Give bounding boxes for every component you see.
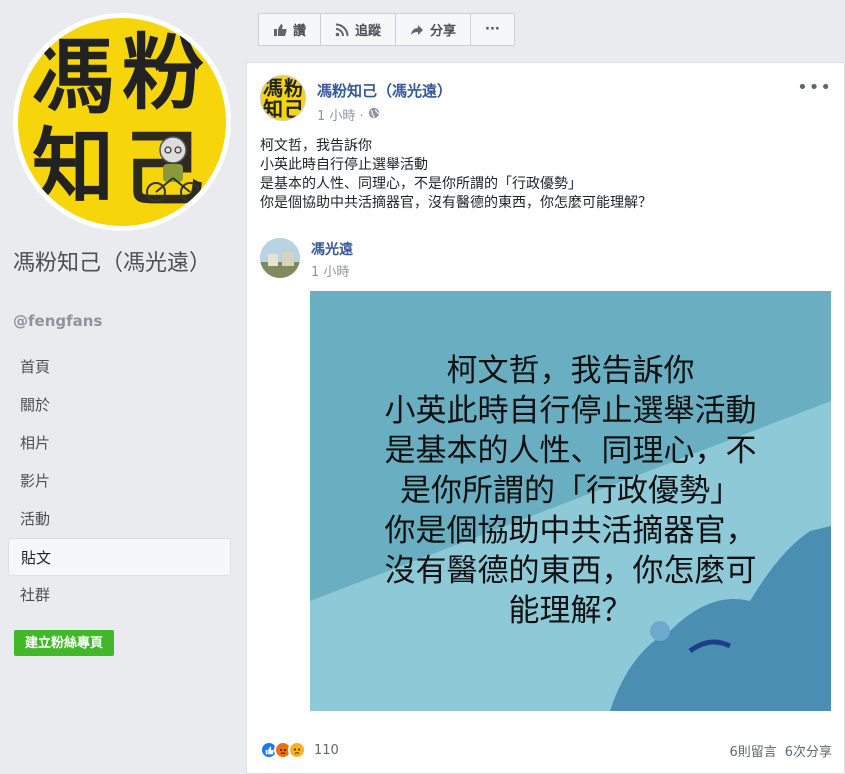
post-line: 是基本的人性、同理心，不是你所謂的「行政優勢」 xyxy=(260,176,582,192)
avatar-char-3: 知 xyxy=(32,119,115,215)
image-line: 是基本的人性、同理心，不 xyxy=(384,433,757,469)
post-avatar-char-1: 馮 xyxy=(263,76,283,100)
post-author-avatar[interactable]: 馮 粉 知 己 xyxy=(260,75,306,121)
nav-events[interactable]: 活動 xyxy=(8,500,231,538)
page-handle[interactable]: @fengfans xyxy=(13,312,102,330)
landscape-photo-icon xyxy=(260,238,300,278)
sad-reaction-icon xyxy=(288,741,306,759)
page-action-bar: 讚 追蹤 分享 ··· xyxy=(258,13,515,46)
shared-author-link[interactable]: 馮光遠 xyxy=(311,239,353,259)
like-label: 讚 xyxy=(293,24,307,39)
create-page-button[interactable]: 建立粉絲專頁 xyxy=(14,630,115,656)
reactions-summary[interactable]: 110 xyxy=(260,741,339,759)
page-sidebar: 馮 粉 知 己 馮粉知己（馮光遠） @fengfans 首頁 關於 相片 影片 … xyxy=(0,0,245,774)
more-dots-icon: ··· xyxy=(485,22,500,37)
shared-timestamp[interactable]: 1 小時 xyxy=(311,261,349,280)
more-options-button[interactable]: ··· xyxy=(471,14,514,45)
post-timestamp[interactable]: 1 小時 · xyxy=(317,105,364,124)
nav-community[interactable]: 社群 xyxy=(8,576,231,614)
rss-follow-icon xyxy=(335,23,349,37)
shared-author-avatar[interactable] xyxy=(260,238,300,278)
post-avatar-char-4: 己 xyxy=(284,97,304,121)
image-line: 沒有醫德的東西，你怎麼可 xyxy=(384,553,757,589)
nav-about[interactable]: 關於 xyxy=(8,386,231,424)
image-line: 能理解？ xyxy=(508,593,633,629)
nav-posts[interactable]: 貼文 xyxy=(8,538,231,576)
follow-button[interactable]: 追蹤 xyxy=(321,14,397,45)
page-nav: 首頁 關於 相片 影片 活動 貼文 社群 xyxy=(8,348,231,614)
nav-home[interactable]: 首頁 xyxy=(8,348,231,386)
post-line: 你是個協助中共活摘器官，沒有醫德的東西，你怎麼可能理解？ xyxy=(260,195,652,211)
share-arrow-icon xyxy=(410,23,424,37)
post-card: 馮 粉 知 己 馮粉知己（馮光遠） 1 小時 · ••• 柯文哲，我告訴你 小英… xyxy=(246,62,845,774)
post-line: 小英此時自行停止選舉活動 xyxy=(260,157,428,173)
image-caption: 柯文哲，我告訴你 小英此時自行停止選舉活動 是基本的人性、同理心，不 是你所謂的… xyxy=(310,351,831,631)
cyclist-illustration-icon xyxy=(146,136,200,202)
post-body: 柯文哲，我告訴你 小英此時自行停止選舉活動 是基本的人性、同理心，不是你所謂的「… xyxy=(260,137,652,213)
share-label: 分享 xyxy=(430,24,457,39)
post-author-link[interactable]: 馮粉知己（馮光遠） xyxy=(317,80,452,101)
thumbs-up-icon xyxy=(273,23,287,37)
comments-count-link[interactable]: 6則留言 xyxy=(729,741,776,760)
page-profile-picture[interactable]: 馮 粉 知 己 xyxy=(13,13,231,231)
post-footer: 110 6則留言 6次分享 xyxy=(260,738,832,762)
image-line: 是你所謂的「行政優勢」 xyxy=(400,473,741,509)
image-line: 小英此時自行停止選舉活動 xyxy=(384,393,757,429)
reaction-count: 110 xyxy=(314,742,339,758)
post-avatar-char-2: 粉 xyxy=(284,76,304,100)
shares-count-link[interactable]: 6次分享 xyxy=(785,741,832,760)
nav-videos[interactable]: 影片 xyxy=(8,462,231,500)
page-title[interactable]: 馮粉知己（馮光遠） xyxy=(13,248,228,280)
image-line: 你是個協助中共活摘器官， xyxy=(384,513,757,549)
post-meta: 1 小時 · xyxy=(317,105,380,124)
avatar-char-1: 馮 xyxy=(32,29,115,125)
like-page-button[interactable]: 讚 xyxy=(259,14,322,45)
profile-picture-art: 馮 粉 知 己 xyxy=(18,18,226,226)
engagement-counts: 6則留言 6次分享 xyxy=(729,741,832,760)
image-line: 柯文哲，我告訴你 xyxy=(446,353,695,389)
avatar-char-2: 粉 xyxy=(122,25,205,121)
post-options-icon[interactable]: ••• xyxy=(797,77,832,98)
nav-photos[interactable]: 相片 xyxy=(8,424,231,462)
post-avatar-char-3: 知 xyxy=(263,97,283,121)
post-line: 柯文哲，我告訴你 xyxy=(260,138,372,154)
post-image[interactable]: 柯文哲，我告訴你 小英此時自行停止選舉活動 是基本的人性、同理心，不 是你所謂的… xyxy=(310,291,831,711)
share-button[interactable]: 分享 xyxy=(396,14,472,45)
follow-label: 追蹤 xyxy=(355,24,382,39)
globe-icon xyxy=(368,107,380,123)
